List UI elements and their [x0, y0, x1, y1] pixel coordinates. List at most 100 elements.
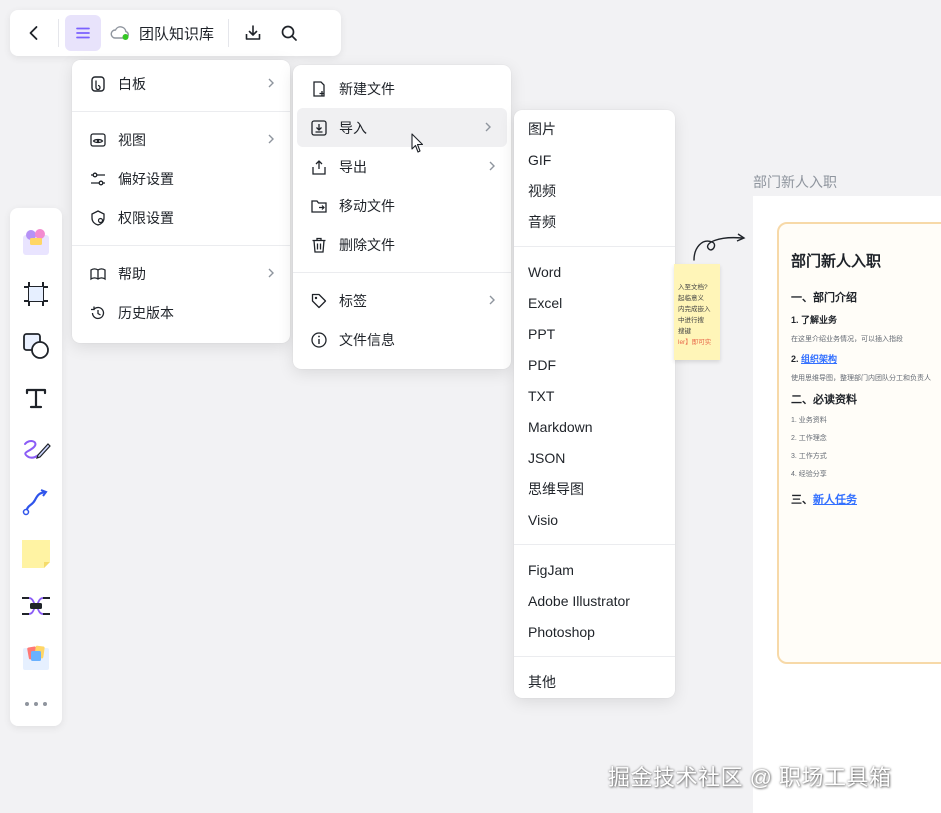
menu-item-view[interactable]: 视图: [72, 120, 290, 159]
menu-item-move-file[interactable]: 移动文件: [293, 186, 511, 225]
chevron-right-icon: [485, 122, 491, 132]
sticky-line: 内完成嵌入: [678, 306, 711, 313]
import-item-ppt[interactable]: PPT: [514, 318, 675, 349]
doc-paragraph: 使用思维导图，整理部门内团队分工和负责人: [791, 375, 931, 382]
text-icon: [25, 388, 47, 409]
sticky-line: ler】即可实: [678, 339, 712, 346]
menu-divider: [72, 111, 290, 112]
doc-section-prefix: 三、: [791, 494, 813, 506]
doc-section-heading: 一、部门介绍: [791, 292, 857, 304]
mindmap-tool[interactable]: [16, 580, 56, 632]
text-tool[interactable]: [16, 372, 56, 424]
info-icon: [309, 330, 329, 350]
sticky-note-tool[interactable]: [16, 528, 56, 580]
stickers-tool[interactable]: [16, 632, 56, 684]
download-button[interactable]: [235, 15, 271, 51]
doc-list-item: 4. 经验分享: [791, 471, 827, 478]
chevron-right-icon: [268, 268, 274, 278]
menu-item-help[interactable]: 帮助: [72, 254, 290, 293]
toolbar-divider: [228, 19, 230, 47]
menu-item-import[interactable]: 导入: [297, 108, 507, 147]
import-item-word[interactable]: Word: [514, 256, 675, 287]
menu-item-export[interactable]: 导出: [293, 147, 511, 186]
import-item-json[interactable]: JSON: [514, 442, 675, 473]
menu-item-label: 偏好设置: [118, 170, 174, 187]
import-item-mindmap[interactable]: 思维导图: [514, 473, 675, 504]
back-button[interactable]: [16, 15, 52, 51]
whiteboard-icon: [88, 74, 108, 94]
menu-item-label: 导出: [339, 158, 367, 175]
more-tools-button[interactable]: [16, 684, 56, 724]
menu-divider: [514, 656, 675, 657]
tag-icon: [309, 291, 329, 311]
export-icon: [309, 157, 329, 177]
import-item-gif[interactable]: GIF: [514, 144, 675, 175]
menu-item-history[interactable]: 历史版本: [72, 293, 290, 332]
shapes-icon: [23, 333, 49, 359]
import-item-illustrator[interactable]: Adobe Illustrator: [514, 585, 675, 616]
search-icon: [281, 25, 297, 41]
chevron-left-icon: [29, 26, 38, 40]
new-file-icon: [309, 79, 329, 99]
menu-item-label: 删除文件: [339, 236, 395, 253]
frame-label[interactable]: 部门新人入职: [753, 172, 837, 192]
menu-item-preferences[interactable]: 偏好设置: [72, 159, 290, 198]
doc-title: 部门新人入职: [791, 253, 882, 270]
doc-subheading-prefix: 2.: [791, 354, 802, 364]
trash-icon: [309, 235, 329, 255]
shape-tool[interactable]: [16, 320, 56, 372]
import-item-figjam[interactable]: FigJam: [514, 554, 675, 585]
doc-list-item: 1. 业务资料: [791, 417, 827, 424]
doc-list-item: 3. 工作方式: [791, 453, 827, 460]
import-item-markdown[interactable]: Markdown: [514, 411, 675, 442]
doc-link[interactable]: 新人任务: [813, 494, 857, 506]
import-item-image[interactable]: 图片: [514, 113, 675, 144]
more-icon: [25, 702, 47, 706]
doc-paragraph: 在这里介绍业务情况，可以插入指段: [791, 336, 903, 343]
connector-icon: [22, 489, 48, 516]
menu-item-label: 帮助: [118, 265, 146, 282]
import-submenu: 图片 GIF 视频 音频 Word Excel PPT PDF TXT Mark…: [514, 110, 675, 698]
document-card[interactable]: 部门新人入职 一、部门介绍 1. 了解业务 在这里介绍业务情况，可以插入指段 2…: [777, 222, 941, 664]
menu-divider: [514, 246, 675, 247]
import-item-excel[interactable]: Excel: [514, 287, 675, 318]
menu-item-delete-file[interactable]: 删除文件: [293, 225, 511, 264]
cloud-synced-icon: [110, 26, 129, 40]
menu-item-permissions[interactable]: 权限设置: [72, 198, 290, 237]
template-icon: [23, 229, 49, 255]
permission-icon: [88, 208, 108, 228]
frame-tool[interactable]: [16, 268, 56, 320]
workspace-title[interactable]: 团队知识库: [101, 23, 222, 44]
import-item-other[interactable]: 其他: [514, 666, 675, 697]
menu-item-label: 标签: [339, 292, 367, 309]
doc-link[interactable]: 组织架构: [801, 354, 837, 364]
import-item-visio[interactable]: Visio: [514, 504, 675, 535]
mindmap-icon: [22, 597, 50, 615]
menu-item-whiteboard[interactable]: 白板: [72, 64, 290, 103]
import-item-video[interactable]: 视频: [514, 175, 675, 206]
chevron-right-icon: [489, 161, 495, 171]
doc-list-item: 2. 工作理念: [791, 435, 827, 442]
import-item-audio[interactable]: 音频: [514, 206, 675, 237]
hamburger-icon: [76, 27, 90, 39]
connector-tool[interactable]: [16, 476, 56, 528]
menu-item-file-info[interactable]: 文件信息: [293, 320, 511, 359]
import-item-pdf[interactable]: PDF: [514, 349, 675, 380]
import-item-photoshop[interactable]: Photoshop: [514, 616, 675, 647]
book-icon: [88, 264, 108, 284]
menu-item-label: 移动文件: [339, 197, 395, 214]
pen-tool[interactable]: [16, 424, 56, 476]
sticky-note[interactable]: 入至文档? 起临意义 内完成嵌入 中进行搜 搜键 ler】即可实: [674, 264, 720, 360]
hand-drawn-arrow: [693, 233, 746, 261]
menu-item-new-file[interactable]: 新建文件: [293, 69, 511, 108]
menu-divider: [72, 245, 290, 246]
template-tool[interactable]: [16, 216, 56, 268]
doc-subheading: 2. 组织架构: [791, 352, 941, 365]
search-button[interactable]: [271, 15, 307, 51]
menu-button[interactable]: [65, 15, 101, 51]
menu-item-tags[interactable]: 标签: [293, 281, 511, 320]
tool-sidebar: [10, 208, 62, 726]
doc-section-heading: 二、必读资料: [791, 394, 857, 406]
menu-item-label: 新建文件: [339, 80, 395, 97]
import-item-txt[interactable]: TXT: [514, 380, 675, 411]
